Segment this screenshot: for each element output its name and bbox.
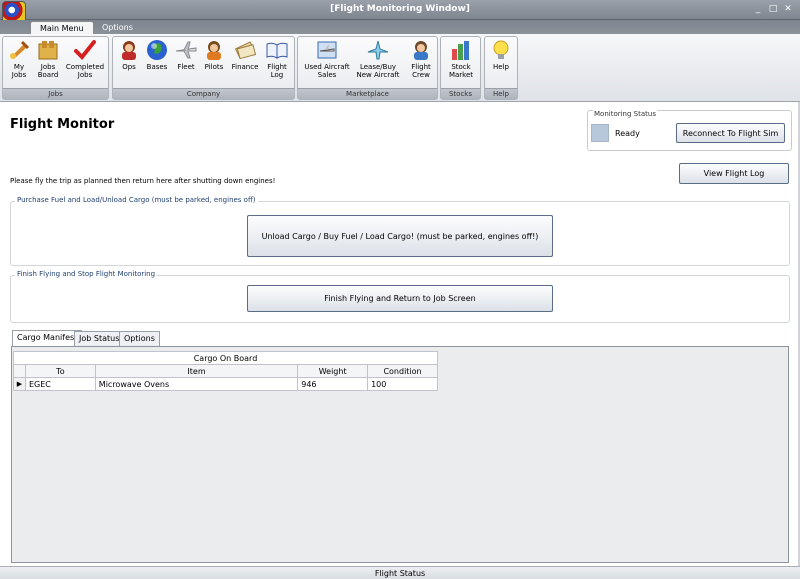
jobs-board-button[interactable]: Jobs Board (34, 39, 62, 79)
cell-condition[interactable]: 100 (367, 377, 438, 391)
flight-crew-button[interactable]: Flight Crew (405, 39, 437, 79)
tab-main-menu[interactable]: Main Menu (30, 21, 94, 35)
group-label-stocks: Stocks (441, 88, 480, 99)
tab-job-status[interactable]: Job Status (74, 331, 125, 346)
cargo-fuel-legend: Purchase Fuel and Load/Unload Cargo (mus… (15, 196, 258, 204)
reconnect-button[interactable]: Reconnect To Flight Sim (676, 123, 785, 143)
cell-item[interactable]: Microwave Ovens (94, 377, 299, 391)
bases-button[interactable]: Bases (143, 39, 171, 71)
ribbon-group-stocks: Stock Market Stocks (440, 36, 481, 100)
window-title: [Flight Monitoring Window] (330, 4, 470, 14)
pilots-button[interactable]: Pilots (201, 39, 227, 71)
finish-flying-button[interactable]: Finish Flying and Return to Job Screen (247, 285, 553, 312)
tab-options[interactable]: Options (119, 331, 160, 346)
flight-log-button[interactable]: Flight Log (263, 39, 291, 79)
ribbon-group-marketplace: Used Aircraft Sales Lease/Buy New Aircra… (297, 36, 438, 100)
status-bar: Flight Status (0, 566, 800, 579)
my-jobs-icon (8, 39, 30, 61)
ops-button[interactable]: Ops (117, 39, 141, 71)
lease-buy-new-aircraft-button[interactable]: Lease/Buy New Aircraft (355, 39, 401, 79)
ops-icon (118, 39, 140, 61)
column-header-item[interactable]: Item (94, 364, 299, 378)
finish-flying-legend: Finish Flying and Stop Flight Monitoring (15, 270, 158, 278)
pilot-icon (203, 39, 225, 61)
cell-weight[interactable]: 946 (297, 377, 369, 391)
grid-header-row: To Item Weight Condition (13, 364, 438, 378)
group-label-help: Help (485, 88, 517, 99)
table-row[interactable]: ▶ EGEC Microwave Ovens 946 100 (13, 377, 438, 391)
completed-jobs-button[interactable]: Completed Jobs (64, 39, 106, 79)
airplane-icon (175, 39, 197, 61)
status-text: Ready (615, 129, 640, 138)
column-header-condition[interactable]: Condition (367, 364, 438, 378)
used-aircraft-icon (316, 39, 338, 61)
money-icon (234, 39, 257, 61)
help-button[interactable]: Help (488, 39, 514, 71)
ribbon-group-company: Ops Bases Fleet Pilots Finance Flight Lo… (112, 36, 295, 100)
my-jobs-button[interactable]: My Jobs (6, 39, 32, 79)
row-selector-icon[interactable]: ▶ (13, 377, 26, 391)
page-title: Flight Monitor (10, 117, 115, 132)
monitoring-status-legend: Monitoring Status (593, 110, 657, 118)
close-button[interactable]: ✕ (782, 3, 794, 15)
new-aircraft-icon (367, 39, 389, 61)
fleet-button[interactable]: Fleet (173, 39, 199, 71)
flight-crew-icon (410, 39, 432, 61)
jobs-board-icon (37, 39, 59, 61)
completed-jobs-icon (74, 39, 96, 61)
cell-to[interactable]: EGEC (24, 377, 96, 391)
group-label-jobs: Jobs (3, 88, 108, 99)
status-indicator (591, 124, 609, 142)
lightbulb-icon (490, 39, 512, 61)
view-flight-log-button[interactable]: View Flight Log (679, 163, 789, 184)
maximize-button[interactable]: □ (767, 3, 779, 15)
minimize-button[interactable]: _ (752, 3, 764, 15)
title-bar: [Flight Monitoring Window] _ □ ✕ (0, 0, 800, 23)
ribbon-group-jobs: My Jobs Jobs Board Completed Jobs Jobs (2, 36, 109, 100)
globe-icon (146, 39, 168, 61)
stock-market-icon (450, 39, 472, 61)
group-label-company: Company (113, 88, 294, 99)
ribbon-group-help: Help Help (484, 36, 518, 100)
grid-caption: Cargo On Board (13, 351, 438, 364)
stock-market-button[interactable]: Stock Market (445, 39, 477, 79)
column-header-weight[interactable]: Weight (297, 364, 369, 378)
unload-cargo-button[interactable]: Unload Cargo / Buy Fuel / Load Cargo! (m… (247, 215, 553, 257)
group-label-marketplace: Marketplace (298, 88, 437, 99)
used-aircraft-sales-button[interactable]: Used Aircraft Sales (301, 39, 353, 79)
ribbon: My Jobs Jobs Board Completed Jobs Jobs O… (0, 34, 800, 102)
tab-options-menu[interactable]: Options (93, 21, 142, 35)
finance-button[interactable]: Finance (229, 39, 261, 71)
row-header-corner (13, 364, 26, 378)
column-header-to[interactable]: To (24, 364, 96, 378)
instructions-text: Please fly the trip as planned then retu… (10, 177, 276, 185)
ribbon-tab-row: Main Menu Options (0, 20, 800, 35)
tab-cargo-manifest[interactable]: Cargo Manifest (12, 330, 83, 347)
cargo-grid: Cargo On Board To Item Weight Condition … (13, 351, 438, 391)
book-icon (266, 39, 288, 61)
